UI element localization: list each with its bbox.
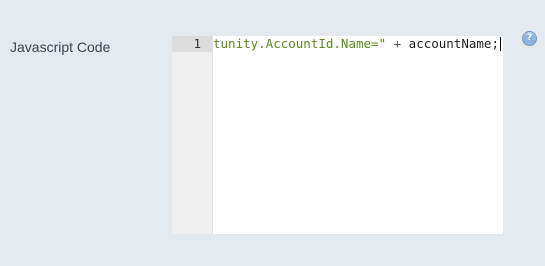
javascript-code-label: Javascript Code	[10, 39, 111, 55]
javascript-code-editor[interactable]: 1 tunity.AccountId.Name=" + accountName;…	[172, 36, 503, 234]
text-caret	[500, 37, 501, 51]
help-icon[interactable]: ?	[522, 31, 537, 46]
active-line-gutter-highlight	[172, 36, 212, 52]
editor-gutter: 1	[172, 36, 213, 234]
code-line[interactable]: tunity.AccountId.Name=" + accountName; }	[213, 36, 503, 52]
identifier-token: accountName; }	[408, 36, 499, 51]
operator-token: +	[386, 36, 409, 51]
string-token: tunity.AccountId.Name="	[213, 36, 387, 51]
code-area[interactable]: tunity.AccountId.Name=" + accountName; }	[213, 36, 503, 234]
line-number: 1	[193, 36, 201, 51]
